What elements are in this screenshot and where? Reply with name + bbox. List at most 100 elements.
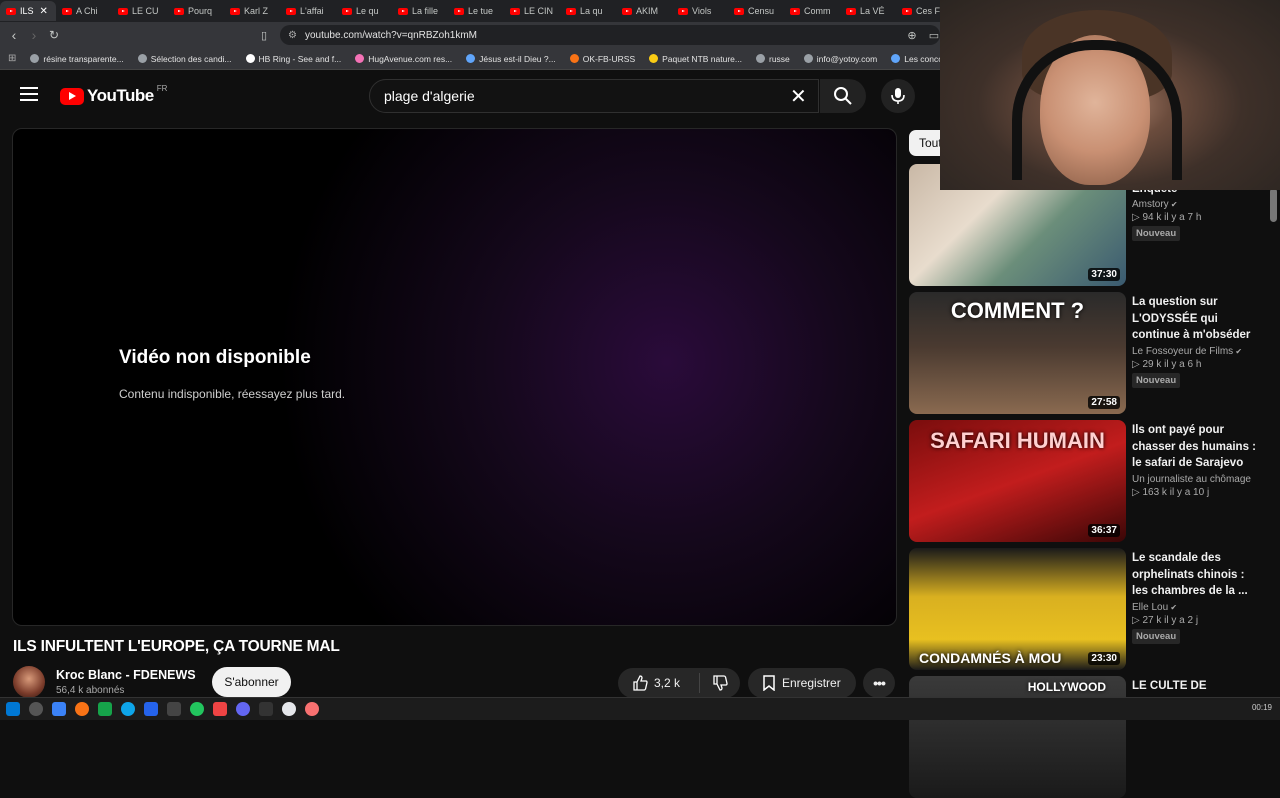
browser-tab[interactable]: Le qu <box>336 1 392 21</box>
recommendation-item[interactable]: CONDAMNÉS À MOU 23:30 Le scandale des orph… <box>909 548 1269 670</box>
app-icon-12[interactable] <box>305 702 319 716</box>
tab-close-icon[interactable]: ✕ <box>40 6 48 17</box>
app-icon-7[interactable] <box>190 702 204 716</box>
bookmark-item[interactable]: résine transparente... <box>30 54 124 64</box>
browser-tab[interactable]: La VÉ <box>840 1 896 21</box>
bookmark-item[interactable]: Paquet NTB nature... <box>649 54 742 64</box>
menu-icon[interactable] <box>20 87 38 101</box>
video-thumbnail[interactable]: SAFARI HUMAIN 36:37 <box>909 420 1126 542</box>
browser-tab[interactable]: A Chi <box>56 1 112 21</box>
play-count-icon: ▷ <box>1132 358 1143 370</box>
video-thumbnail[interactable]: HOLLYWOOD <box>909 676 1126 798</box>
search-taskbar-icon[interactable] <box>29 702 43 716</box>
thumbs-down-icon <box>713 675 728 691</box>
channel-name[interactable]: Kroc Blanc - FDENEWS <box>56 668 196 682</box>
browser-tab[interactable]: Comm <box>784 1 840 21</box>
browser-tab[interactable]: Le tue <box>448 1 504 21</box>
tab-label: Ces F <box>916 6 941 16</box>
app-icon-6[interactable] <box>167 702 181 716</box>
app-icon-9[interactable] <box>236 702 250 716</box>
forward-arrow-icon[interactable]: › <box>24 25 44 45</box>
bookmark-item[interactable]: OK-FB-URSS <box>569 54 635 64</box>
tab-label: Le qu <box>356 6 379 16</box>
search-button[interactable] <box>820 79 866 113</box>
browser-tab[interactable]: AKIM <box>616 1 672 21</box>
recommendation-item[interactable]: SAFARI HUMAIN 36:37 Ils ont payé pour chas… <box>909 420 1269 542</box>
recommendation-title[interactable]: Le scandale des orphelinats chinois : le… <box>1132 550 1257 600</box>
recommendation-channel[interactable]: Le Fossoyeur de Films ✔ <box>1132 346 1257 357</box>
browser-tab[interactable]: L'affai <box>280 1 336 21</box>
like-button[interactable]: 3,2 k <box>618 673 700 693</box>
app-icon-5[interactable] <box>144 702 158 716</box>
app-icon-1[interactable] <box>52 702 66 716</box>
windows-start-icon[interactable] <box>6 702 20 716</box>
app-icon-4[interactable] <box>121 702 135 716</box>
zoom-icon[interactable]: ⊕ <box>902 25 922 45</box>
reload-icon[interactable]: ↻ <box>44 25 64 45</box>
bookmark-item[interactable]: Jésus est-il Dieu ?... <box>466 54 556 64</box>
view-count: 163 k <box>1142 486 1167 498</box>
video-thumbnail[interactable]: COMMENT ? 27:58 <box>909 292 1126 414</box>
app-icon-10[interactable] <box>259 702 273 716</box>
apps-grid-icon[interactable]: ⊞ <box>8 53 16 64</box>
bookmark-item[interactable]: HB Ring - See and f... <box>245 54 341 64</box>
bookmark-item[interactable]: info@yotoy.com <box>803 54 877 64</box>
voice-search-button[interactable] <box>881 79 915 113</box>
more-actions-button[interactable]: ••• <box>863 668 895 698</box>
site-settings-icon[interactable]: ⚙ <box>288 30 297 41</box>
browser-tab[interactable]: La qu <box>560 1 616 21</box>
microphone-icon <box>891 88 905 104</box>
youtube-favicon-icon <box>398 7 408 15</box>
upload-age: il y a 10 j <box>1169 486 1210 498</box>
bookmark-page-icon[interactable]: ▯ <box>254 25 274 45</box>
app-icon-2[interactable] <box>75 702 89 716</box>
country-code: FR <box>156 83 168 93</box>
recommendation-title[interactable]: La question sur L'ODYSSÉE qui continue à… <box>1132 294 1257 344</box>
app-icon-11[interactable] <box>282 702 296 716</box>
channel-avatar[interactable] <box>13 666 45 698</box>
browser-tab[interactable]: Censu <box>728 1 784 21</box>
browser-tab[interactable]: Pourq <box>168 1 224 21</box>
play-count-icon: ▷ <box>1132 614 1143 626</box>
thumbnail-text: HOLLYWOOD <box>1027 680 1106 694</box>
dislike-button[interactable] <box>700 675 740 691</box>
bookmark-favicon-icon <box>803 54 813 63</box>
recommendation-item[interactable]: HOLLYWOODLE CULTE DE L'ULTRA- <box>909 676 1269 798</box>
bookmark-item[interactable]: HugAvenue.com res... <box>355 54 452 64</box>
tab-label: Karl Z <box>244 6 269 16</box>
recommendation-title[interactable]: Ils ont payé pour chasser des humains : … <box>1132 422 1257 472</box>
youtube-favicon-icon <box>6 7 16 15</box>
app-icon-8[interactable] <box>213 702 227 716</box>
sidebar-scrollbar[interactable] <box>1270 188 1277 222</box>
youtube-favicon-icon <box>566 7 576 15</box>
app-icon-3[interactable] <box>98 702 112 716</box>
recommendation-channel[interactable]: Elle Lou ✔ <box>1132 602 1257 613</box>
subscribe-button[interactable]: S'abonner <box>212 667 291 697</box>
browser-tab[interactable]: La fille <box>392 1 448 21</box>
browser-tab[interactable]: Karl Z <box>224 1 280 21</box>
address-bar[interactable]: ⚙ youtube.com/watch?v=qnRBZoh1kmM <box>280 25 940 45</box>
browser-tab[interactable]: LE CU <box>112 1 168 21</box>
tab-label: Pourq <box>188 6 213 16</box>
browser-tab[interactable]: ILS ✕ <box>0 1 56 21</box>
browser-tab[interactable]: Viols <box>672 1 728 21</box>
bookmark-item[interactable]: Sélection des candi... <box>137 54 232 64</box>
new-badge: Nouveau <box>1132 226 1181 241</box>
video-thumbnail[interactable]: CONDAMNÉS À MOU 23:30 <box>909 548 1126 670</box>
video-player[interactable]: Vidéo non disponible Contenu indisponibl… <box>12 128 897 626</box>
player-error-message: Contenu indisponible, réessayez plus tar… <box>119 387 346 401</box>
bookmark-item[interactable]: russe <box>755 54 790 64</box>
duration-badge: 23:30 <box>1088 652 1120 665</box>
youtube-logo[interactable]: YouTube FR <box>60 83 168 106</box>
bookmark-label: Paquet NTB nature... <box>662 53 742 64</box>
save-button[interactable]: Enregistrer <box>748 668 856 698</box>
recommendation-channel[interactable]: Un journaliste au chômage <box>1132 474 1257 485</box>
channel-row: Kroc Blanc - FDENEWS 56,4 k abonnés S'ab… <box>13 664 898 698</box>
back-arrow-icon[interactable]: ‹ <box>4 25 24 45</box>
search-input[interactable]: plage d'algerie <box>369 79 819 113</box>
recommendation-channel[interactable]: Amstory ✔ <box>1132 199 1257 210</box>
browser-tab[interactable]: LE CIN <box>504 1 560 21</box>
clear-search-icon[interactable]: ✕ <box>790 84 807 109</box>
tab-label: A Chi <box>76 6 98 16</box>
recommendation-item[interactable]: COMMENT ? 27:58 La question sur L'ODYSSÉE … <box>909 292 1269 414</box>
